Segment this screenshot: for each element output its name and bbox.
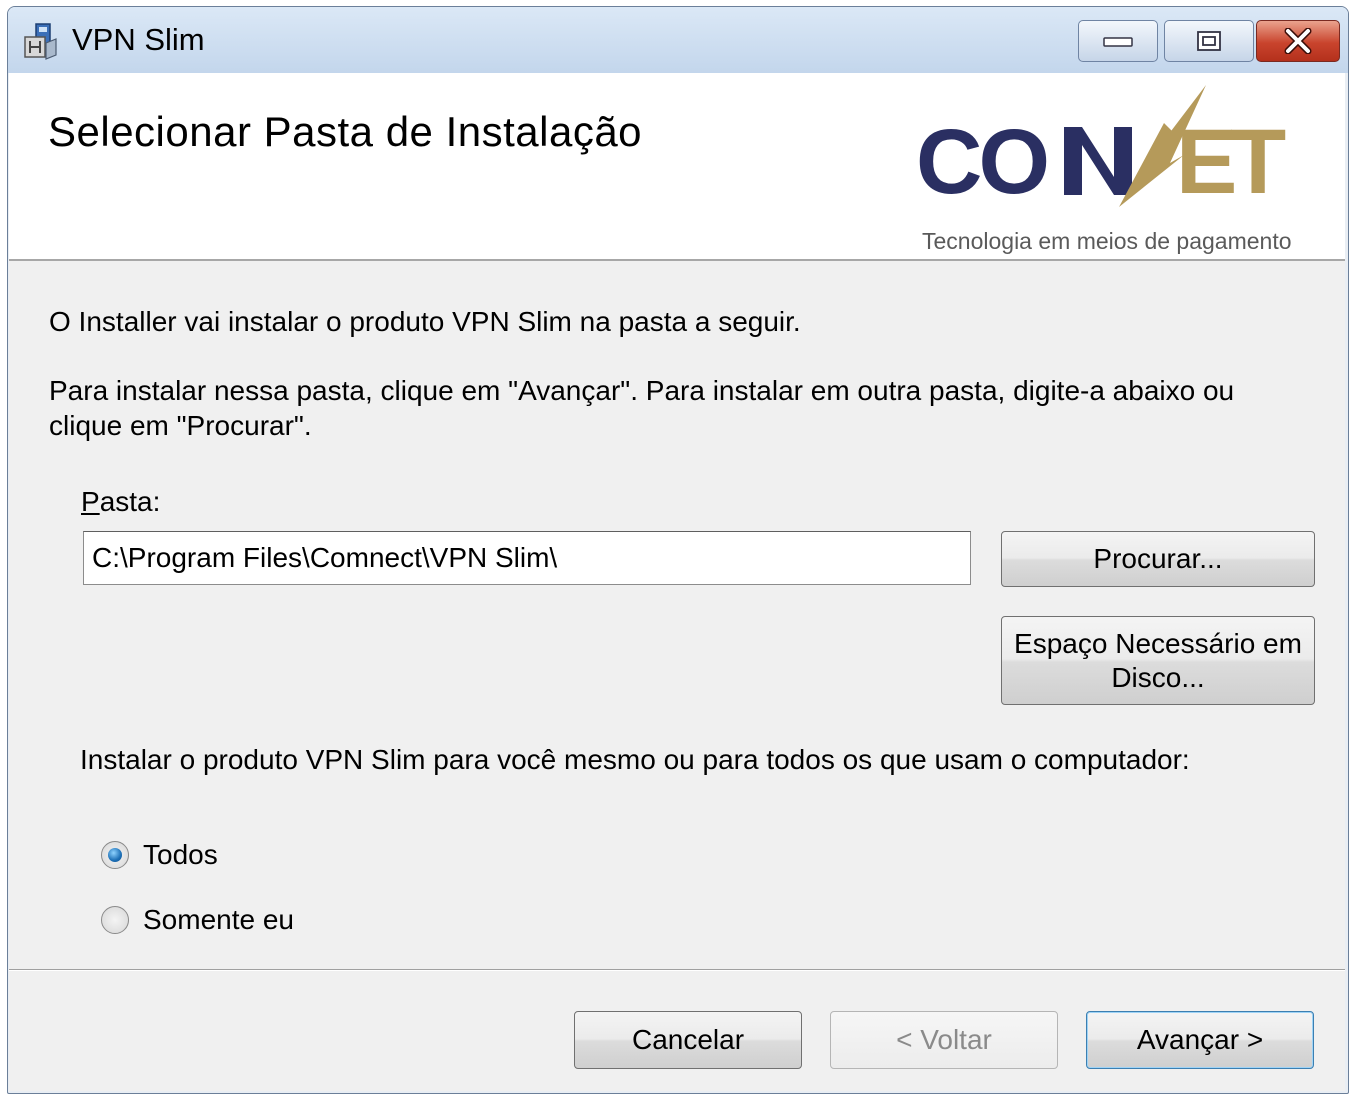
radio-label: Todos (143, 839, 218, 870)
radio-option-only-me[interactable]: Somente eu (101, 900, 294, 940)
folder-path-input[interactable] (83, 531, 971, 585)
folder-label: Pasta: (81, 486, 160, 518)
svg-text:E: E (1176, 111, 1234, 213)
intro-text: O Installer vai instalar o produto VPN S… (49, 306, 801, 337)
close-icon (1284, 28, 1312, 54)
radio-option-everyone[interactable]: Todos (101, 835, 218, 875)
svg-text:T: T (1230, 111, 1286, 213)
installer-window: VPN Slim Selecionar Pasta de Instalação … (7, 6, 1349, 1094)
window-title: VPN Slim (72, 22, 205, 57)
header-banner: Selecionar Pasta de Instalação CO E T Te… (9, 73, 1345, 261)
footer-divider (9, 969, 1345, 971)
browse-button[interactable]: Procurar... (1001, 531, 1315, 587)
close-button[interactable] (1256, 20, 1340, 62)
maximize-icon (1197, 31, 1221, 51)
minimize-icon (1103, 37, 1133, 47)
instructions-text: Para instalar nessa pasta, clique em "Av… (49, 375, 1235, 441)
scope-question: Instalar o produto VPN Slim para você me… (80, 744, 1190, 775)
folder-label-text: asta: (99, 486, 161, 517)
cancel-button[interactable]: Cancelar (574, 1011, 802, 1069)
maximize-button[interactable] (1164, 20, 1254, 62)
svg-text:CO: CO (916, 111, 1046, 213)
back-button[interactable]: < Voltar (830, 1011, 1058, 1069)
logo-tagline: Tecnologia em meios de pagamento (922, 228, 1292, 254)
radio-label: Somente eu (143, 904, 294, 935)
page-title: Selecionar Pasta de Instalação (48, 108, 643, 155)
radio-button[interactable] (101, 841, 129, 869)
company-logo: CO E T Tecnologia em meios de pagamento (916, 85, 1292, 254)
title-bar[interactable]: VPN Slim (8, 7, 1348, 73)
disk-cost-button[interactable]: Espaço Necessário em Disco... (1001, 616, 1315, 705)
folder-label-accesskey: P (81, 486, 100, 517)
dialog-content: Selecionar Pasta de Instalação CO E T Te… (9, 73, 1345, 1091)
next-button[interactable]: Avançar > (1086, 1011, 1314, 1069)
radio-button[interactable] (101, 906, 129, 934)
minimize-button[interactable] (1078, 20, 1158, 62)
installer-icon (24, 23, 57, 60)
